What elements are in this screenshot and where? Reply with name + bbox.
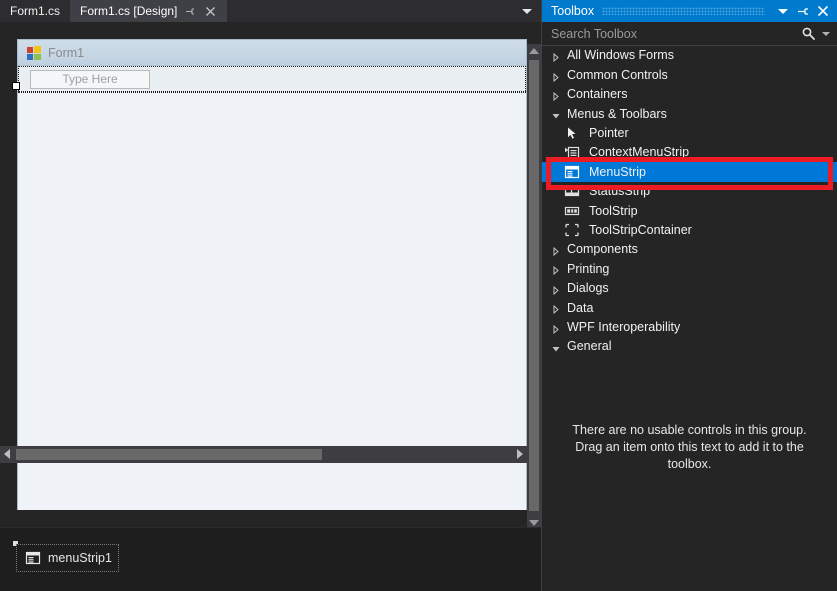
search-options-chevron-icon[interactable] (822, 31, 837, 36)
toolbox-drag-grip[interactable] (602, 7, 765, 15)
chevron-right-icon[interactable] (552, 90, 560, 102)
menustrip-type-here-field[interactable]: Type Here (30, 69, 150, 89)
toolbox-search-bar[interactable] (542, 22, 837, 46)
chevron-right-icon[interactable] (552, 284, 560, 295)
chevron-right-icon[interactable] (552, 245, 560, 257)
category-label: Data (567, 300, 594, 315)
form-preview-window[interactable]: Form1 Type Here (18, 40, 526, 510)
scroll-right-arrow-icon[interactable] (517, 449, 523, 459)
type-here-label: Type Here (62, 72, 118, 86)
category-label: General (567, 339, 612, 354)
item-label: ToolStrip (589, 203, 638, 218)
tray-item-label: menuStrip1 (48, 551, 112, 565)
tab-form1-cs-design[interactable]: Form1.cs [Design] (70, 0, 228, 22)
form-designer-surface[interactable]: Form1 Type Here (0, 22, 541, 549)
menustrip-icon (564, 164, 580, 180)
chevron-right-icon[interactable] (552, 264, 560, 276)
contextmenustrip-icon (564, 145, 580, 161)
pointer-icon (564, 125, 580, 141)
toolstripcontainer-icon (564, 222, 580, 238)
item-label: ToolStripContainer (589, 222, 692, 237)
category-label: Components (567, 242, 638, 257)
pin-icon[interactable] (184, 5, 197, 18)
toolstrip-icon (564, 203, 580, 219)
category-label: All Windows Forms (567, 48, 674, 63)
chevron-down-icon (778, 8, 788, 14)
editor-tab-strip: Form1.cs Form1.cs [Design] (0, 0, 541, 22)
tab-label: Form1.cs [Design] (80, 4, 178, 18)
chevron-down-icon[interactable] (552, 342, 560, 352)
empty-group-message: There are no usable controls in this gro… (572, 423, 807, 471)
selection-grab-handle[interactable] (12, 82, 20, 90)
item-label: ContextMenuStrip (589, 145, 690, 160)
toolbox-dropdown-button[interactable] (773, 0, 793, 22)
scroll-up-arrow-icon[interactable] (529, 48, 539, 54)
editor-pane: Form1.cs Form1.cs [Design] Form1 Type He… (0, 0, 541, 591)
toolbox-header: Toolbox (542, 0, 837, 22)
toolbox-panel: Toolbox Search Toolbox All Windows Forms… (541, 0, 837, 591)
toolbox-item-statusstrip[interactable]: StatusStrip (542, 182, 837, 201)
toolbox-title: Toolbox (551, 4, 595, 18)
designer-horizontal-scrollbar[interactable] (0, 446, 527, 463)
chevron-right-icon[interactable] (552, 303, 560, 315)
toolbox-category-data[interactable]: Data (542, 298, 837, 317)
toolbox-category-dialogs[interactable]: Dialogs (542, 279, 837, 298)
chevron-down-icon[interactable] (552, 109, 560, 119)
category-label: WPF Interoperability (567, 319, 681, 334)
scroll-left-arrow-icon[interactable] (4, 449, 10, 459)
visual-studio-window: Form1.cs Form1.cs [Design] Form1 Type He… (0, 0, 837, 591)
toolbox-item-toolstripcontainer[interactable]: ToolStripContainer (542, 221, 837, 240)
tab-label: Form1.cs (10, 4, 61, 18)
category-label: Menus & Toolbars (567, 106, 667, 121)
category-label: Containers (567, 87, 628, 102)
design-canvas[interactable]: Form1 Type Here (0, 22, 527, 510)
toolbox-category-wpf-interoperability[interactable]: WPF Interoperability (542, 317, 837, 336)
toolbox-item-contextmenustrip[interactable]: ContextMenuStrip (542, 143, 837, 162)
horizontal-scroll-thumb[interactable] (16, 449, 322, 460)
scroll-down-arrow-icon[interactable] (529, 520, 539, 526)
toolbox-pin-button[interactable] (793, 0, 813, 22)
toolbox-category-components[interactable]: Components (542, 240, 837, 259)
item-label: StatusStrip (589, 184, 651, 199)
chevron-right-icon[interactable] (552, 71, 560, 82)
tab-form1-cs[interactable]: Form1.cs (0, 0, 71, 22)
item-label: Pointer (589, 126, 629, 140)
chevron-right-icon[interactable] (552, 51, 560, 63)
form-app-icon (26, 45, 42, 61)
tab-overflow-button[interactable] (517, 0, 537, 22)
toolbox-category-containers[interactable]: Containers (542, 85, 837, 104)
category-label: Dialogs (567, 281, 609, 296)
toolbox-category-all-windows-forms[interactable]: All Windows Forms (542, 46, 837, 65)
toolbox-item-menustrip[interactable]: MenuStrip (542, 162, 837, 182)
form-menustrip[interactable]: Type Here (18, 66, 526, 92)
toolbox-item-toolstrip[interactable]: ToolStrip (542, 201, 837, 220)
tray-item-menustrip1[interactable]: menuStrip1 (16, 544, 119, 572)
form-title-label: Form1 (48, 45, 85, 60)
search-icon[interactable] (801, 26, 822, 41)
close-icon[interactable] (204, 5, 217, 18)
category-label: Common Controls (567, 67, 668, 82)
form-titlebar: Form1 (18, 40, 526, 66)
toolbox-category-general[interactable]: General (542, 337, 837, 356)
designer-vertical-scrollbar[interactable] (527, 44, 541, 549)
toolbox-category-printing[interactable]: Printing (542, 259, 837, 278)
statusstrip-icon (564, 183, 580, 199)
chevron-right-icon[interactable] (552, 323, 560, 334)
component-tray[interactable]: menuStrip1 (0, 527, 541, 591)
toolbox-close-button[interactable] (813, 0, 833, 22)
menustrip-icon (25, 550, 41, 566)
toolbox-tree[interactable]: All Windows Forms Common Controls Contai… (542, 46, 837, 591)
toolbox-item-pointer[interactable]: Pointer (542, 124, 837, 143)
toolbox-category-menus-and-toolbars[interactable]: Menus & Toolbars (542, 104, 837, 123)
item-label: MenuStrip (589, 164, 646, 179)
category-label: Printing (567, 261, 610, 276)
toolbox-category-common-controls[interactable]: Common Controls (542, 65, 837, 84)
vertical-scroll-thumb[interactable] (529, 60, 539, 511)
chevron-down-icon (522, 8, 532, 14)
search-input[interactable] (542, 26, 801, 41)
